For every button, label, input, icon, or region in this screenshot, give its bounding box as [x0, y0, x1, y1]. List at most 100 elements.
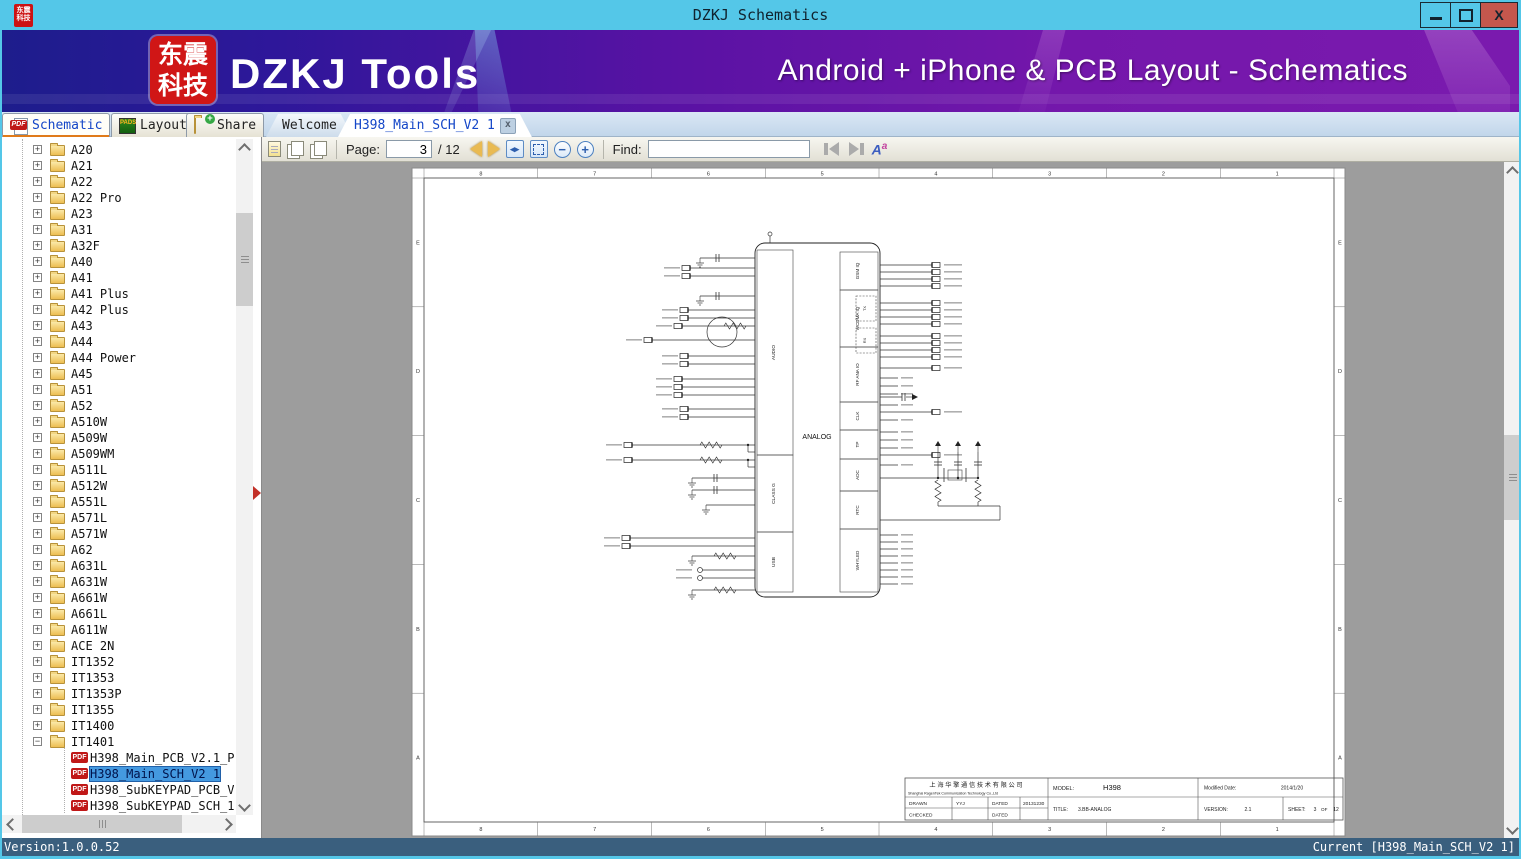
- tree-folder-row[interactable]: − IT1401: [2, 734, 234, 750]
- expand-toggle-icon[interactable]: +: [33, 209, 42, 218]
- tree-folder-row[interactable]: + A42 Plus: [2, 302, 234, 318]
- expand-toggle-icon[interactable]: +: [33, 225, 42, 234]
- folder-label[interactable]: A20: [71, 143, 93, 157]
- expand-toggle-icon[interactable]: +: [33, 305, 42, 314]
- tree-folder-row[interactable]: + ACE 2N: [2, 638, 234, 654]
- folder-label[interactable]: A52: [71, 399, 93, 413]
- tree-folder-row[interactable]: + A32F: [2, 238, 234, 254]
- expand-toggle-icon[interactable]: +: [33, 449, 42, 458]
- expand-toggle-icon[interactable]: +: [33, 385, 42, 394]
- tree-folder-row[interactable]: + A509WM: [2, 446, 234, 462]
- expand-toggle-icon[interactable]: +: [33, 561, 42, 570]
- folder-label[interactable]: ACE 2N: [71, 639, 114, 653]
- tree-folder-row[interactable]: + A551L: [2, 494, 234, 510]
- file-label[interactable]: H398_SubKEYPAD_SCH_1_V2.1: [90, 799, 234, 813]
- close-button[interactable]: X: [1480, 2, 1518, 28]
- tab-schematic[interactable]: PDF Schematic: [2, 113, 111, 138]
- tree-folder-row[interactable]: + A44 Power: [2, 350, 234, 366]
- folder-label[interactable]: A21: [71, 159, 93, 173]
- folder-label[interactable]: A661W: [71, 591, 107, 605]
- multi-page-view-icon[interactable]: [310, 140, 327, 159]
- folder-label[interactable]: A571W: [71, 527, 107, 541]
- doc-tab-welcome[interactable]: Welcome: [266, 114, 353, 137]
- scroll-thumb[interactable]: [22, 815, 182, 833]
- expand-toggle-icon[interactable]: +: [33, 721, 42, 730]
- tree-folder-row[interactable]: + A51: [2, 382, 234, 398]
- folder-label[interactable]: IT1352: [71, 655, 114, 669]
- zoom-in-button[interactable]: +: [576, 140, 594, 158]
- tree-file-row[interactable]: PDF H398_Main_SCH_V2 1: [2, 766, 234, 782]
- expand-toggle-icon[interactable]: +: [33, 673, 42, 682]
- folder-label[interactable]: A44 Power: [71, 351, 136, 365]
- maximize-button[interactable]: [1450, 2, 1481, 28]
- tree-vertical-scrollbar[interactable]: [236, 139, 253, 815]
- expand-toggle-icon[interactable]: +: [33, 321, 42, 330]
- folder-label[interactable]: IT1401: [71, 735, 114, 749]
- expand-toggle-icon[interactable]: +: [33, 705, 42, 714]
- page-number-input[interactable]: [385, 140, 432, 158]
- expand-toggle-icon[interactable]: +: [33, 433, 42, 442]
- folder-label[interactable]: A32F: [71, 239, 100, 253]
- tree-file-row[interactable]: PDFH398_Main_PCB_V2.1_Placement: [2, 750, 234, 766]
- tree-folder-row[interactable]: + A22: [2, 174, 234, 190]
- font-size-icon[interactable]: Aa: [872, 141, 888, 158]
- folder-label[interactable]: IT1353P: [71, 687, 122, 701]
- expand-toggle-icon[interactable]: +: [33, 609, 42, 618]
- tree-folder-row[interactable]: + A571W: [2, 526, 234, 542]
- tree-folder-row[interactable]: + A40: [2, 254, 234, 270]
- file-label[interactable]: H398_SubKEYPAD_PCB_V2.1_Placement: [90, 783, 234, 797]
- tab-layout[interactable]: PADS Layout: [111, 113, 195, 137]
- zoom-out-button[interactable]: −: [553, 140, 571, 158]
- tree-folder-row[interactable]: + A661L: [2, 606, 234, 622]
- folder-label[interactable]: A51: [71, 383, 93, 397]
- folder-label[interactable]: A511L: [71, 463, 107, 477]
- tree-folder-row[interactable]: + A44: [2, 334, 234, 350]
- folder-label[interactable]: A23: [71, 207, 93, 221]
- tree-folder-row[interactable]: + A23: [2, 206, 234, 222]
- tree-folder-row[interactable]: + A62: [2, 542, 234, 558]
- expand-toggle-icon[interactable]: +: [33, 593, 42, 602]
- folder-label[interactable]: A22 Pro: [71, 191, 122, 205]
- folder-label[interactable]: A22: [71, 175, 93, 189]
- tree-folder-row[interactable]: + IT1353: [2, 670, 234, 686]
- expand-toggle-icon[interactable]: +: [33, 577, 42, 586]
- folder-label[interactable]: IT1355: [71, 703, 114, 717]
- expand-toggle-icon[interactable]: +: [33, 529, 42, 538]
- tree-folder-row[interactable]: + IT1400: [2, 718, 234, 734]
- doc-tab-current[interactable]: H398_Main_SCH_V2 1 x: [338, 114, 532, 137]
- tree-folder-row[interactable]: + A511L: [2, 462, 234, 478]
- tree-folder-row[interactable]: + A611W: [2, 622, 234, 638]
- tab-close-icon[interactable]: x: [500, 118, 516, 134]
- fit-width-button[interactable]: ◂▸: [505, 140, 524, 158]
- folder-label[interactable]: A611W: [71, 623, 107, 637]
- collapse-toggle-icon[interactable]: −: [33, 737, 42, 746]
- folder-label[interactable]: A551L: [71, 495, 107, 509]
- folder-label[interactable]: A41 Plus: [71, 287, 129, 301]
- expand-toggle-icon[interactable]: +: [33, 353, 42, 362]
- tree-folder-row[interactable]: + A22 Pro: [2, 190, 234, 206]
- tree-folder-row[interactable]: + A20: [2, 142, 234, 158]
- expand-toggle-icon[interactable]: +: [33, 545, 42, 554]
- expand-toggle-icon[interactable]: +: [33, 689, 42, 698]
- tree-folder-row[interactable]: + A45: [2, 366, 234, 382]
- folder-label[interactable]: A40: [71, 255, 93, 269]
- folder-label[interactable]: A571L: [71, 511, 107, 525]
- tree-folder-row[interactable]: + A31: [2, 222, 234, 238]
- find-previous-button[interactable]: [822, 141, 841, 157]
- expand-toggle-icon[interactable]: +: [33, 289, 42, 298]
- expand-toggle-icon[interactable]: +: [33, 273, 42, 282]
- folder-label[interactable]: A661L: [71, 607, 107, 621]
- tree-folder-row[interactable]: + A21: [2, 158, 234, 174]
- next-page-button[interactable]: [487, 141, 500, 157]
- folder-label[interactable]: A509W: [71, 431, 107, 445]
- folder-label[interactable]: A512W: [71, 479, 107, 493]
- page-layout-icon[interactable]: [268, 141, 281, 157]
- two-page-view-icon[interactable]: [287, 140, 304, 159]
- scroll-left-button[interactable]: [2, 815, 19, 833]
- fit-page-button[interactable]: [529, 140, 548, 158]
- previous-page-button[interactable]: [469, 141, 482, 157]
- tree-folder-row[interactable]: + A509W: [2, 430, 234, 446]
- expand-toggle-icon[interactable]: +: [33, 145, 42, 154]
- folder-label[interactable]: A45: [71, 367, 93, 381]
- tree-folder-row[interactable]: + A661W: [2, 590, 234, 606]
